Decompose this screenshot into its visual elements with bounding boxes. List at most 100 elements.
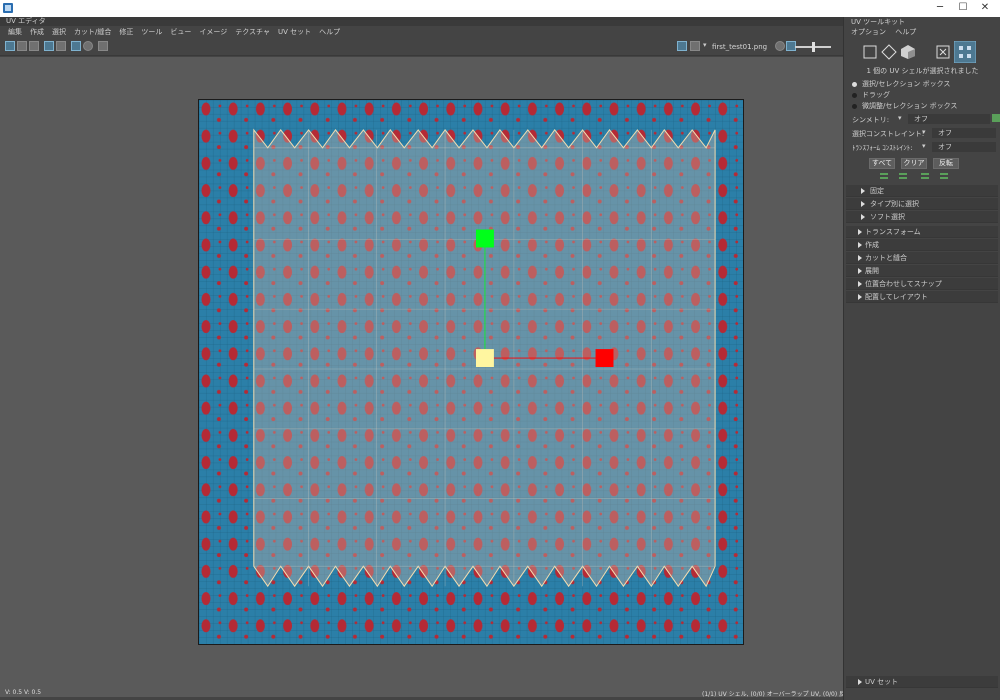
menu-help[interactable]: ヘルプ xyxy=(315,26,344,38)
selection-constraint-label: 選択コンストレイント: xyxy=(852,130,925,138)
menu-create[interactable]: 作成 xyxy=(26,26,48,38)
transform-constraint-field: ﾄﾗﾝｽﾌｫｰﾑ ｺﾝｽﾄﾚｲﾝﾄ: ▾ オフ xyxy=(852,142,997,152)
expand-arrow-icon xyxy=(861,188,865,194)
symmetry-settings-icon[interactable] xyxy=(992,114,1000,122)
move-center-handle[interactable] xyxy=(475,349,494,368)
menu-view[interactable]: ビュー xyxy=(166,26,195,38)
uv-editor-toolbar: ▾ first_test01.png xyxy=(0,38,843,56)
section-align-and-snap[interactable]: 位置合わせしてスナップ xyxy=(846,278,998,290)
uv-editor-title: UV エディタ xyxy=(0,17,843,26)
section-soft-selection[interactable]: ソフト選択 xyxy=(846,211,998,223)
toolkit-menu-options[interactable]: オプション xyxy=(851,28,886,36)
section-label: 作成 xyxy=(865,241,879,249)
filter-icon[interactable] xyxy=(775,41,785,51)
symmetry-label: シンメトリ: xyxy=(852,116,890,124)
image-dropdown-icon[interactable]: ▾ xyxy=(703,41,707,49)
exposure-slider-handle[interactable] xyxy=(812,42,815,52)
symmetry-select[interactable]: オフ xyxy=(908,114,990,124)
face-mode-icon[interactable] xyxy=(899,43,917,61)
move-u-handle[interactable] xyxy=(595,349,614,368)
uv-shell-mode-icon[interactable] xyxy=(954,41,976,63)
selection-info: 1 個の UV シェルが選択されました xyxy=(866,67,979,75)
shaded-icon[interactable] xyxy=(83,41,93,51)
section-arrange-and-layout[interactable]: 配置してレイアウト xyxy=(846,291,998,303)
menu-modify[interactable]: 修正 xyxy=(115,26,137,38)
window-title-bar: ─ ☐ ✕ xyxy=(0,0,1000,17)
expand-arrow-icon xyxy=(858,229,862,235)
section-transform[interactable]: トランスフォーム xyxy=(846,226,998,238)
expand-arrow-icon xyxy=(858,679,862,685)
display-image-icon[interactable] xyxy=(44,41,54,51)
radio-select-box[interactable]: 選択/セレクション ボックス xyxy=(852,79,950,89)
expand-arrow-icon xyxy=(858,242,862,248)
image-icon[interactable] xyxy=(677,41,687,51)
section-label: トランスフォーム xyxy=(865,228,921,236)
uv-viewport[interactable] xyxy=(0,57,843,697)
selection-constraint-field: 選択コンストレイント: ▾ オフ xyxy=(852,128,997,138)
maya-app-icon xyxy=(3,3,13,13)
move-v-handle[interactable] xyxy=(475,229,494,248)
menu-image[interactable]: イメージ xyxy=(195,26,231,38)
section-unfold[interactable]: 展開 xyxy=(846,265,998,277)
expand-arrow-icon xyxy=(858,268,862,274)
uv-texture-map[interactable] xyxy=(198,99,744,645)
section-select-by-type[interactable]: タイプ別に選択 xyxy=(846,198,998,210)
checker-icon[interactable] xyxy=(71,41,81,51)
invert-button[interactable]: 反転 xyxy=(933,158,959,169)
select-shell-border-icon[interactable] xyxy=(940,173,948,179)
uv-editor-menubar: 編集 作成 選択 カット/縫合 修正 ツール ビュー イメージ テクスチャ UV… xyxy=(0,26,843,38)
radio-drag[interactable]: ドラッグ xyxy=(852,90,890,100)
close-button[interactable]: ✕ xyxy=(970,0,1000,17)
transform-constraint-select[interactable]: オフ xyxy=(932,142,996,152)
section-label: 固定 xyxy=(870,187,884,195)
selection-constraint-select[interactable]: オフ xyxy=(932,128,996,138)
uv-shell-icon[interactable] xyxy=(17,41,27,51)
expand-arrow-icon xyxy=(858,294,862,300)
expand-arrow-icon xyxy=(861,201,865,207)
menu-textures[interactable]: テクスチャ xyxy=(231,26,274,38)
toolkit-menu-help[interactable]: ヘルプ xyxy=(895,28,916,36)
expand-arrow-icon xyxy=(858,281,862,287)
symmetry-field: シンメトリ: ▾ オフ xyxy=(852,114,1000,124)
section-label: UV セット xyxy=(865,678,899,686)
snapshot-icon[interactable] xyxy=(98,41,108,51)
menu-uv-sets[interactable]: UV セット xyxy=(274,26,315,38)
clear-button[interactable]: クリア xyxy=(901,158,927,169)
section-label: カットと縫合 xyxy=(865,254,907,262)
texture-borders-icon[interactable] xyxy=(29,41,39,51)
image-file-name: first_test01.png xyxy=(712,43,768,51)
vertex-mode-icon[interactable] xyxy=(861,43,879,61)
radio-label: 微調整/セレクション ボックス xyxy=(862,102,958,110)
section-cut-and-sew[interactable]: カットと縫合 xyxy=(846,252,998,264)
uv-mode-icon[interactable] xyxy=(934,43,952,61)
checker-pattern-icon[interactable] xyxy=(690,41,700,51)
selection-constraint-dropdown-icon[interactable]: ▾ xyxy=(922,128,926,136)
section-label: タイプ別に選択 xyxy=(870,200,919,208)
uv-toolkit-panel: UV ツールキット オプション ヘルプ 1 個の UV シェルが選択されました … xyxy=(843,17,1000,700)
edge-mode-icon[interactable] xyxy=(880,43,898,61)
section-label: 位置合わせしてスナップ xyxy=(865,280,942,288)
menu-select[interactable]: 選択 xyxy=(48,26,70,38)
radio-label: ドラッグ xyxy=(862,91,890,99)
menu-cut-sew[interactable]: カット/縫合 xyxy=(70,26,115,38)
radio-tweak-select-box[interactable]: 微調整/セレクション ボックス xyxy=(852,101,957,111)
toolkit-menubar: オプション ヘルプ xyxy=(851,27,923,37)
section-pin[interactable]: 固定 xyxy=(846,185,998,197)
grid-toggle-icon[interactable] xyxy=(5,41,15,51)
menu-tools[interactable]: ツール xyxy=(137,26,166,38)
select-border-icon[interactable] xyxy=(921,173,929,179)
select-all-button[interactable]: すべて xyxy=(869,158,895,169)
transform-constraint-dropdown-icon[interactable]: ▾ xyxy=(922,142,926,150)
shrink-selection-icon[interactable] xyxy=(899,173,907,179)
radio-dot-icon xyxy=(852,81,857,87)
symmetry-dropdown-icon[interactable]: ▾ xyxy=(898,114,902,122)
section-label: ソフト選択 xyxy=(870,213,905,221)
uv-editor-panel: UV エディタ 編集 作成 選択 カット/縫合 修正 ツール ビュー イメージ … xyxy=(0,17,874,700)
section-create[interactable]: 作成 xyxy=(846,239,998,251)
toolkit-title: UV ツールキット xyxy=(851,18,906,26)
grow-selection-icon[interactable] xyxy=(880,173,888,179)
section-uv-sets[interactable]: UV セット xyxy=(846,676,998,688)
radio-dot-icon xyxy=(852,92,857,98)
menu-edit[interactable]: 編集 xyxy=(4,26,26,38)
dim-image-icon[interactable] xyxy=(56,41,66,51)
